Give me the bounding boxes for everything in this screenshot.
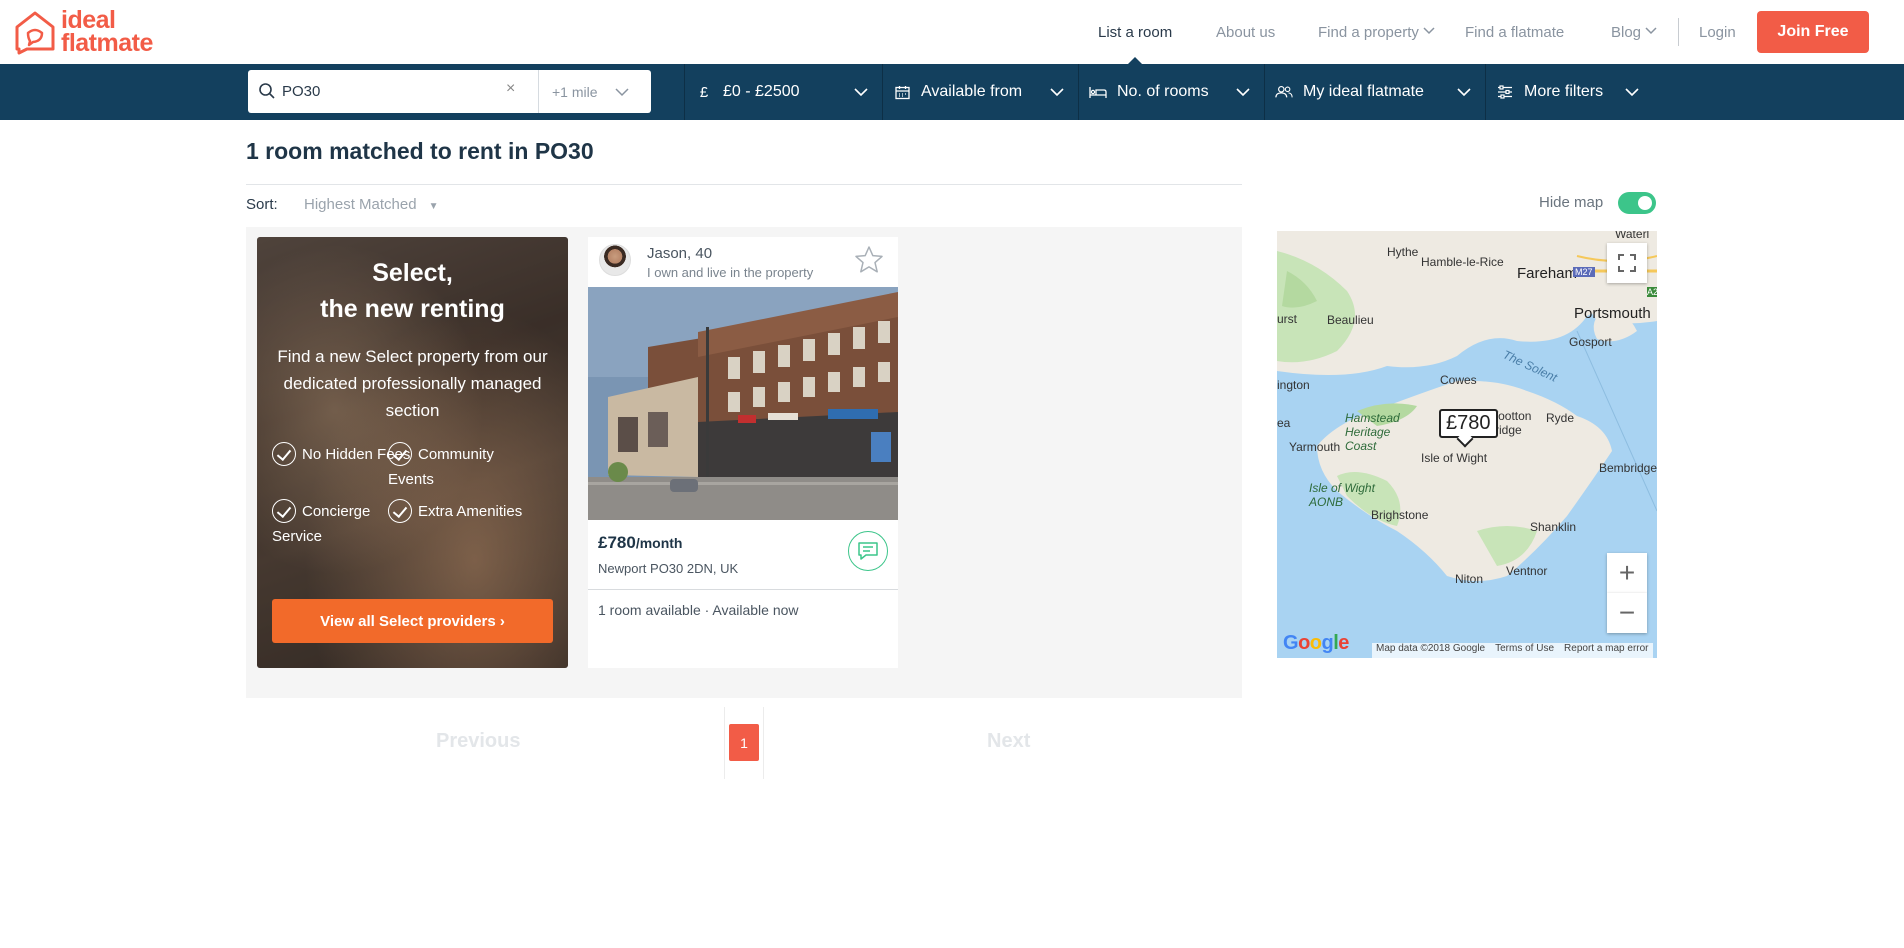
- heading-divider: [246, 184, 1242, 185]
- lister-role: I own and live in the property: [647, 265, 814, 280]
- location-search: × +1 mile: [248, 70, 651, 113]
- nav-list-a-room[interactable]: List a room: [1098, 0, 1172, 64]
- favourite-star-icon[interactable]: [854, 245, 884, 280]
- hide-map-label: Hide map: [1539, 194, 1604, 211]
- check-circle-icon: [272, 442, 296, 467]
- check-circle-icon: [388, 499, 412, 524]
- perk-concierge-service: Concierge Service: [272, 499, 382, 549]
- filter-bar: × +1 mile £ £0 - £2500 Available from No…: [0, 64, 1904, 120]
- perk-community-events: Community Events: [388, 442, 528, 492]
- view-select-providers-button[interactable]: View all Select providers ›: [272, 599, 553, 643]
- chevron-down-icon: [1423, 26, 1435, 38]
- more-filters[interactable]: More filters: [1485, 64, 1653, 120]
- nav-blog[interactable]: Blog: [1611, 0, 1657, 64]
- lister-avatar: [599, 244, 631, 276]
- terms-of-use-link[interactable]: Terms of Use: [1495, 643, 1554, 658]
- report-map-error-link[interactable]: Report a map error: [1564, 643, 1648, 658]
- search-icon: [258, 82, 276, 105]
- google-logo: Google: [1283, 632, 1349, 654]
- listing-address: Newport PO30 2DN, UK: [598, 561, 739, 576]
- ideal-flatmate-filter[interactable]: My ideal flatmate: [1264, 64, 1485, 120]
- chevron-down-icon: [1457, 84, 1471, 102]
- zoom-out-icon[interactable]: −: [1607, 593, 1647, 633]
- lister-name: Jason, 40: [647, 245, 713, 262]
- logo-word-flatmate: flatmate: [61, 29, 153, 57]
- promo-title: Select, the new renting: [320, 259, 505, 323]
- nav-about-us[interactable]: About us: [1216, 0, 1275, 64]
- join-free-button[interactable]: Join Free: [1757, 11, 1869, 53]
- chevron-down-icon: [1050, 84, 1064, 102]
- room-listing-card[interactable]: Jason, 40 I own and live in the property: [588, 237, 898, 668]
- check-circle-icon: [388, 442, 412, 467]
- results-heading: 1 room matched to rent in PO30: [246, 138, 594, 164]
- hide-map-toggle[interactable]: [1618, 192, 1656, 214]
- property-photo[interactable]: [588, 287, 898, 520]
- chevron-down-icon: [854, 84, 868, 102]
- people-icon: [1275, 85, 1293, 99]
- chevron-down-icon: [615, 84, 629, 100]
- previous-page-button[interactable]: Previous: [436, 730, 520, 753]
- chevron-down-icon: [1625, 84, 1639, 102]
- calendar-icon: [893, 85, 911, 100]
- rooms-filter[interactable]: No. of rooms: [1078, 64, 1264, 120]
- bed-icon: [1089, 86, 1107, 99]
- nav-find-a-flatmate[interactable]: Find a flatmate: [1465, 0, 1564, 64]
- pound-icon: £: [699, 83, 709, 101]
- results-map[interactable]: Hythe Hamble-le-Rice Fareham M27 Beaulie…: [1277, 231, 1657, 658]
- sort-select[interactable]: Highest Matched ▼: [304, 196, 438, 213]
- message-icon[interactable]: [848, 531, 888, 571]
- location-search-input[interactable]: [282, 78, 442, 104]
- chevron-down-icon: [1236, 84, 1250, 102]
- select-promo-card: Select, the new renting Find a new Selec…: [257, 237, 568, 668]
- fullscreen-icon[interactable]: [1607, 243, 1647, 283]
- clear-search-icon[interactable]: ×: [506, 80, 515, 98]
- radius-select[interactable]: +1 mile: [538, 70, 651, 113]
- listing-price: £780/month: [598, 533, 683, 552]
- available-from-filter[interactable]: Available from: [882, 64, 1078, 120]
- listing-availability: 1 room available · Available now: [598, 602, 799, 618]
- sliders-icon: [1496, 85, 1514, 99]
- map-footer: Map data ©2018 Google Terms of Use Repor…: [1372, 643, 1653, 658]
- nav-divider: [1678, 18, 1679, 46]
- house-chat-icon: [15, 11, 55, 55]
- sort-label: Sort:: [246, 196, 278, 213]
- card-divider: [588, 589, 898, 590]
- map-price-marker[interactable]: £780: [1439, 409, 1498, 438]
- promo-description: Find a new Select property from our dedi…: [277, 347, 548, 420]
- login-link[interactable]: Login: [1699, 0, 1736, 64]
- price-filter[interactable]: £ £0 - £2500: [684, 64, 882, 120]
- zoom-in-icon[interactable]: +: [1607, 553, 1647, 593]
- perk-extra-amenities: Extra Amenities: [388, 499, 522, 524]
- check-circle-icon: [272, 499, 296, 524]
- next-page-button[interactable]: Next: [987, 730, 1030, 753]
- triangle-down-icon: ▼: [428, 201, 439, 212]
- site-header: ideal flatmate List a room About us Find…: [0, 0, 1904, 64]
- nav-find-a-property[interactable]: Find a property: [1318, 0, 1435, 64]
- ideal-flatmate-logo[interactable]: ideal flatmate: [13, 8, 173, 57]
- page-1-button[interactable]: 1: [729, 724, 759, 761]
- chevron-down-icon: [1645, 26, 1657, 38]
